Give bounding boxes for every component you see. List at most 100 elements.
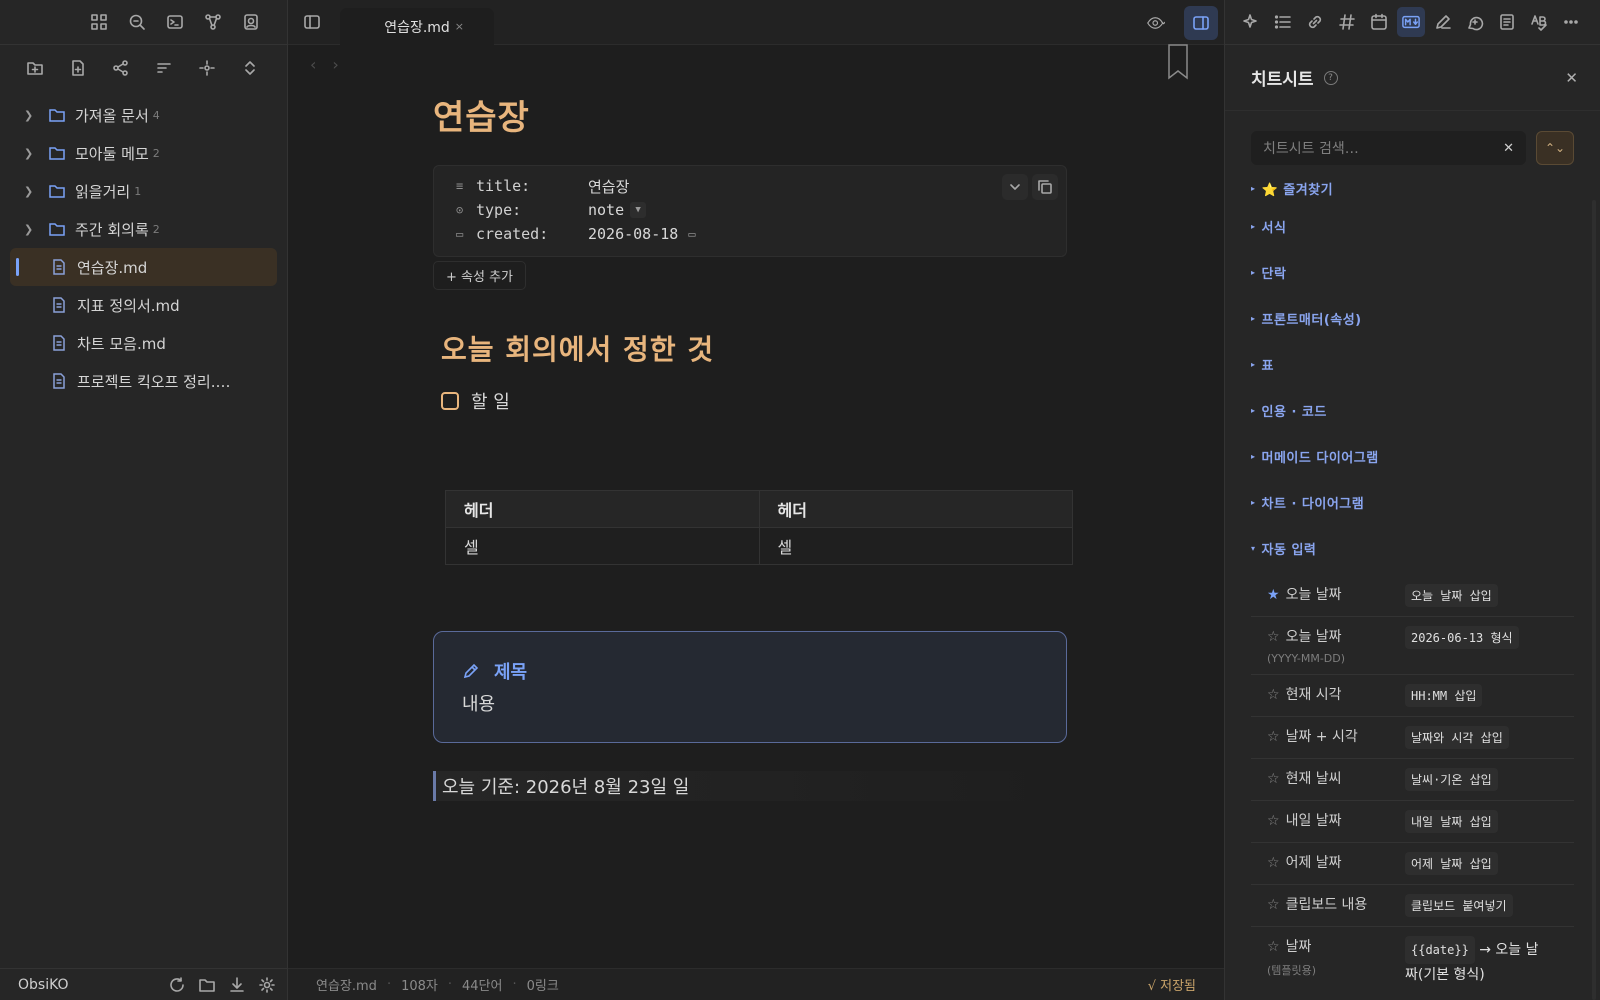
calendar-icon[interactable] [1365,7,1393,37]
folder-item[interactable]: ❯ 읽을거리 1 [10,172,277,210]
forward-arrow-icon[interactable]: › [332,55,338,74]
folder-open-icon[interactable] [194,972,220,998]
chevron-right-icon[interactable]: ❯ [24,185,38,198]
file-item[interactable]: 차트 모음.md [10,324,277,362]
property-row[interactable]: ⊙ type: note ▼ [456,198,1046,222]
file-item[interactable]: 프로젝트 킥오프 정리.… [10,362,277,400]
chevron-right-icon[interactable]: ❯ [24,147,38,160]
task-item[interactable]: 할 일 [433,388,1067,414]
search-icon[interactable] [123,8,151,36]
sync-icon[interactable] [164,972,190,998]
vault-name[interactable]: ObsiKO [18,977,160,993]
section-auto-input[interactable]: ▾ 자동 입력 [1251,525,1574,571]
property-value[interactable]: 2026-08-18 [588,225,678,243]
markdown-icon[interactable] [1397,7,1425,37]
chevron-down-icon[interactable] [1002,174,1028,200]
page-title[interactable]: 연습장 [433,90,1067,139]
table-cell[interactable]: 셀 [445,527,760,565]
star-icon[interactable]: ☆ [1267,729,1280,745]
table-cell[interactable]: 셀 [758,527,1073,565]
section-mermaid[interactable]: ▸ 머메이드 다이어그램 [1251,433,1574,479]
section-table[interactable]: ▸ 표 [1251,341,1574,387]
table-header[interactable]: 헤더 [445,490,760,528]
help-icon[interactable]: ? [1323,70,1338,85]
section-charts[interactable]: ▸ 차트 · 다이어그램 [1251,479,1574,525]
section-favorites[interactable]: ▸ ⭐ 즐겨찾기 [1251,173,1574,203]
sidebar-toggle-icon[interactable] [298,8,326,36]
item-value[interactable]: 2026-06-13 형식 [1405,626,1519,649]
chevron-right-icon[interactable]: ❯ [24,109,38,122]
folder-item[interactable]: ❯ 주간 회의록 2 [10,210,277,248]
item-value[interactable]: 어제 날짜 삽입 [1405,852,1498,875]
heading[interactable]: 오늘 회의에서 정한 것 [433,328,1067,368]
right-panel-toggle-icon[interactable] [1184,6,1218,40]
item-value[interactable]: 오늘 날짜 삽입 [1405,584,1498,607]
locate-icon[interactable] [193,54,221,82]
star-icon[interactable]: ☆ [1267,897,1280,913]
section-paragraph[interactable]: ▸ 단락 [1251,249,1574,295]
item-value[interactable]: 날씨·기온 삽입 [1405,768,1498,791]
date-picker-icon[interactable]: ▭ [688,227,695,241]
eye-icon[interactable] [1136,9,1176,37]
star-icon[interactable]: ☆ [1267,855,1280,871]
list-item[interactable]: ☆ 오늘 날짜 (YYYY-MM-DD) 2026-06-13 형식 [1251,617,1574,675]
item-value[interactable]: 날짜와 시각 삽입 [1405,726,1509,749]
hashtag-icon[interactable] [1333,7,1361,37]
document-icon[interactable] [1493,7,1521,37]
back-arrow-icon[interactable]: ‹ [310,55,316,74]
add-property-button[interactable]: + 속성 추가 [433,261,526,290]
section-quote-code[interactable]: ▸ 인용 · 코드 [1251,387,1574,433]
dropdown-icon[interactable]: ▼ [630,202,647,218]
new-note-icon[interactable] [64,54,92,82]
copy-icon[interactable] [1032,174,1058,200]
star-filled-icon[interactable]: ★ [1267,587,1280,603]
search-input[interactable]: 치트시트 검색… ✕ [1251,131,1526,165]
table-header[interactable]: 헤더 [758,490,1073,528]
user-card-icon[interactable] [237,8,265,36]
new-folder-icon[interactable] [21,54,49,82]
star-icon[interactable]: ☆ [1267,771,1280,787]
item-value[interactable]: HH:MM 삽입 [1405,684,1483,707]
clear-search-icon[interactable]: ✕ [1503,141,1514,156]
item-value[interactable]: 내일 날짜 삽입 [1405,810,1498,833]
list-icon[interactable] [1269,7,1297,37]
tab-active[interactable]: 연습장.md × [340,8,494,45]
blockquote[interactable]: 오늘 기준: 2026년 8월 23일 일 [433,771,1067,801]
property-value[interactable]: 연습장 [588,176,629,197]
expand-collapse-icon[interactable] [236,54,264,82]
file-item[interactable]: 지표 정의서.md [10,286,277,324]
property-value[interactable]: note [588,201,624,219]
list-item[interactable]: ☆ 날짜 (템플릿용) {{date}} → 오늘 날짜(기본 형식) [1251,927,1574,995]
folder-item[interactable]: ❯ 모아둘 메모 2 [10,134,277,172]
terminal-icon[interactable] [161,8,189,36]
sort-icon[interactable] [150,54,178,82]
chat-icon[interactable] [1461,7,1489,37]
settings-icon[interactable] [254,972,280,998]
star-icon[interactable]: ☆ [1267,629,1280,645]
section-frontmatter[interactable]: ▸ 프론트매터(속성) [1251,295,1574,341]
callout[interactable]: 제목 내용 [433,631,1067,743]
link-icon[interactable] [1301,7,1329,37]
star-icon[interactable]: ☆ [1267,813,1280,829]
sort-toggle-button[interactable]: ⌃⌄ [1536,131,1574,165]
share-nodes-icon[interactable] [107,54,135,82]
scrollbar[interactable] [1592,200,1596,1000]
list-item[interactable]: ☆ 클립보드 내용 클립보드 붙여넣기 [1251,885,1574,927]
list-item[interactable]: ☆ 내일 날짜 내일 날짜 삽입 [1251,801,1574,843]
section-formatting[interactable]: ▸ 서식 [1251,203,1574,249]
star-icon[interactable]: ☆ [1267,939,1280,955]
more-icon[interactable] [1557,7,1585,37]
item-value[interactable]: {{date}} → 오늘 날짜(기본 형식) [1405,936,1545,986]
close-icon[interactable]: ✕ [1565,69,1578,87]
file-item-active[interactable]: 연습장.md [10,248,277,286]
spellcheck-icon[interactable] [1525,7,1553,37]
task-checkbox[interactable] [441,392,459,410]
list-item[interactable]: ☆ 어제 날짜 어제 날짜 삽입 [1251,843,1574,885]
grid-icon[interactable] [85,8,113,36]
list-item[interactable]: ☆ 현재 시각 HH:MM 삽입 [1251,675,1574,717]
bookmark-icon[interactable] [1166,44,1190,84]
tab-close-button[interactable]: × [455,20,464,33]
star-icon[interactable]: ☆ [1267,687,1280,703]
property-row[interactable]: ▭ created: 2026-08-18 ▭ [456,222,1046,246]
list-item[interactable]: ☆ 날짜 + 시각 날짜와 시각 삽입 [1251,717,1574,759]
